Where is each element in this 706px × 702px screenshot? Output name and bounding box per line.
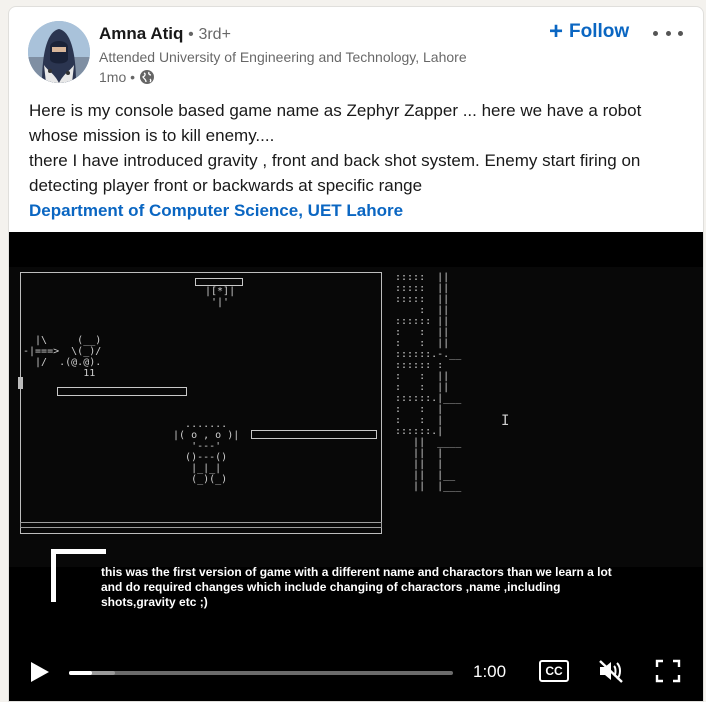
fullscreen-button[interactable] — [655, 659, 681, 688]
video-caption: this was the first version of game with … — [101, 565, 612, 609]
connection-degree: 3rd+ — [198, 26, 231, 43]
left-wall-marker — [18, 377, 23, 389]
mute-button[interactable] — [597, 658, 625, 689]
post-line-2: there I have introduced gravity , front … — [29, 151, 641, 195]
muted-speaker-icon — [599, 660, 623, 683]
globe-icon — [139, 69, 155, 85]
robot-sprite: ....... |( o , o )| '---' ()---() |_|_| … — [173, 419, 240, 485]
text-cursor-icon: I — [501, 413, 510, 429]
side-wall: ::::: || ::::: || ::::: || : || :::::: |… — [395, 272, 462, 492]
turret-platform — [195, 278, 243, 286]
video-player[interactable]: |[*]| '|' |\ (__) -|===> \(_)/ |/ .(@.@)… — [9, 232, 703, 701]
captions-button[interactable]: CC — [539, 660, 569, 682]
game-arena-floor — [20, 522, 382, 528]
ellipsis-icon — [653, 30, 658, 36]
name-separator: • — [188, 26, 194, 43]
author-headline: Attended University of Engineering and T… — [99, 49, 467, 65]
post-card: Amna Atiq • 3rd+ Attended University of … — [8, 6, 704, 702]
avatar[interactable] — [28, 21, 90, 83]
progress-played — [69, 671, 93, 675]
follow-label: Follow — [569, 21, 630, 42]
post-time: 1mo • — [99, 69, 136, 85]
platform-left — [57, 387, 187, 396]
play-icon — [31, 662, 49, 682]
video-controls: 1:00 CC — [9, 641, 703, 701]
author-name-row: Amna Atiq • 3rd+ — [99, 24, 231, 44]
turret-sprite: |[*]| '|' — [205, 286, 236, 308]
hashtag-link[interactable]: Department of Computer Science, UET Laho… — [29, 198, 689, 223]
player-sprite: |\ (__) -|===> \(_)/ |/ .(@.@). 11 — [23, 335, 102, 379]
caption-corner-decoration — [51, 549, 106, 602]
game-arena-border — [20, 272, 382, 534]
fullscreen-icon — [655, 659, 681, 683]
author-name[interactable]: Amna Atiq — [99, 24, 183, 43]
timecode: 1:00 — [473, 662, 507, 681]
platform-right — [251, 430, 377, 439]
post-meta: 1mo • — [99, 69, 155, 85]
plus-icon: + — [549, 18, 564, 45]
post-line-1: Here is my console based game name as Ze… — [29, 101, 642, 145]
post-body: Here is my console based game name as Ze… — [29, 98, 689, 223]
follow-button[interactable]: + Follow — [549, 18, 630, 45]
avatar-image — [28, 21, 90, 83]
captions-label: CC — [545, 664, 563, 678]
video-frame: |[*]| '|' |\ (__) -|===> \(_)/ |/ .(@.@)… — [9, 267, 703, 567]
progress-bar[interactable] — [69, 671, 453, 675]
more-options-button[interactable] — [653, 21, 683, 45]
play-button[interactable] — [29, 660, 51, 689]
